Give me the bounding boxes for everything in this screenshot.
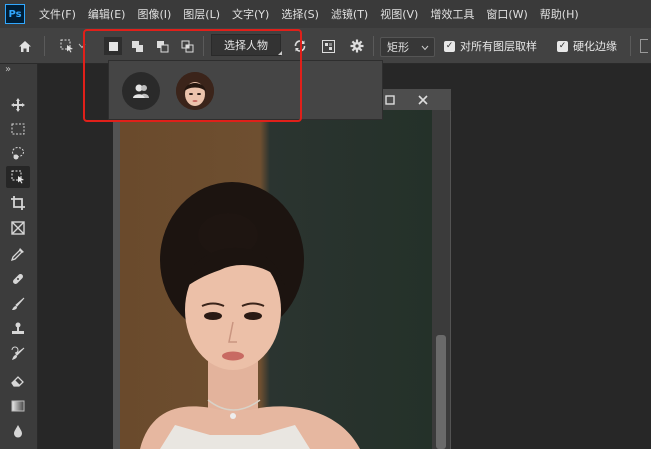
hard-edge-checkbox[interactable]: ✓ 硬化边缘 (557, 37, 617, 55)
person-thumbnail-option[interactable] (176, 72, 214, 110)
document-minimize-button[interactable] (382, 92, 398, 108)
tool-brush[interactable] (6, 293, 30, 315)
select-subject-label: 选择人物 (224, 39, 268, 52)
portrait-image (140, 182, 360, 449)
restore-icon (385, 95, 395, 105)
scrollbar-thumb[interactable] (436, 335, 446, 449)
new-selection-button[interactable] (104, 37, 122, 55)
subtract-selection-button[interactable] (153, 37, 171, 55)
photoshop-logo: Ps (5, 4, 25, 24)
quick-selection-icon (12, 147, 24, 160)
menu-select[interactable]: 选择(S) (275, 6, 325, 22)
history-brush-icon (11, 346, 25, 360)
menu-filter[interactable]: 滤镜(T) (325, 6, 374, 22)
tool-quick-selection[interactable] (6, 142, 30, 164)
tool-frame[interactable] (6, 217, 30, 239)
canvas-photo[interactable] (120, 110, 432, 449)
chevron-down-icon (421, 45, 429, 51)
tool-marquee[interactable] (6, 118, 30, 140)
tool-eyedropper[interactable] (6, 243, 30, 265)
eyedropper-icon (10, 248, 24, 262)
tool-blur[interactable] (6, 420, 30, 442)
checkmark-icon: ✓ (444, 40, 455, 52)
move-icon (11, 98, 25, 112)
home-icon (19, 40, 31, 52)
menu-type[interactable]: 文字(Y) (226, 6, 275, 22)
tool-crop[interactable] (6, 192, 30, 214)
new-selection-icon (108, 41, 118, 51)
tool-eraser[interactable] (6, 369, 30, 391)
refresh-button[interactable] (291, 37, 309, 55)
eraser-icon (11, 376, 24, 387)
checkmark-icon: ✓ (557, 40, 568, 52)
subtract-selection-icon (156, 40, 168, 52)
document-close-button[interactable] (415, 92, 431, 108)
marquee-icon (11, 123, 25, 135)
menu-help[interactable]: 帮助(H) (534, 6, 585, 22)
menu-layer[interactable]: 图层(L) (177, 6, 226, 22)
menu-view[interactable]: 视图(V) (374, 6, 424, 22)
gear-icon (350, 39, 364, 53)
select-subject-menu-icon[interactable] (277, 50, 282, 55)
intersect-selection-button[interactable] (178, 37, 196, 55)
frame-icon (11, 221, 25, 235)
tool-object-selection[interactable] (6, 166, 30, 188)
blur-drop-icon (14, 425, 22, 438)
menu-file[interactable]: 文件(F) (33, 6, 82, 22)
menu-image[interactable]: 图像(I) (131, 6, 177, 22)
add-selection-icon (131, 40, 143, 52)
tool-history-brush[interactable] (6, 343, 30, 365)
mode-select-value: 矩形 (387, 41, 409, 54)
bandage-icon (13, 274, 23, 284)
person-icon (133, 84, 149, 98)
generic-person-option[interactable] (122, 72, 160, 110)
brush-icon (12, 297, 25, 310)
object-selection-icon (11, 170, 24, 184)
tool-clone-stamp[interactable] (6, 318, 30, 340)
tool-preset-picker[interactable] (56, 35, 90, 57)
person-face-thumbnail (176, 72, 214, 110)
menu-bar: Ps 文件(F) 编辑(E) 图像(I) 图层(L) 文字(Y) 选择(S) 滤… (0, 0, 651, 28)
menu-window[interactable]: 窗口(W) (480, 6, 533, 22)
crop-icon (11, 196, 25, 210)
mask-icon (321, 39, 335, 53)
overflow-indicator (640, 39, 648, 53)
tool-move[interactable] (6, 94, 30, 116)
hard-edge-label: 硬化边缘 (573, 40, 617, 53)
close-icon (418, 95, 428, 105)
refresh-icon (294, 40, 306, 52)
add-to-selection-button[interactable] (128, 37, 146, 55)
home-button[interactable] (14, 36, 36, 56)
select-subject-button[interactable]: 选择人物 (211, 34, 281, 56)
menu-plugins[interactable]: 增效工具 (424, 6, 480, 22)
mode-select[interactable]: 矩形 (380, 37, 435, 57)
stamp-icon (12, 322, 24, 334)
intersect-selection-icon (181, 40, 193, 52)
expand-toolbar-icon[interactable]: » (5, 64, 11, 75)
tool-gradient[interactable] (6, 395, 30, 417)
gradient-icon (11, 400, 25, 412)
menu-edit[interactable]: 编辑(E) (82, 6, 132, 22)
select-and-mask-button[interactable] (319, 37, 337, 55)
object-selection-icon (60, 39, 73, 53)
sample-all-layers-label: 对所有图层取样 (460, 40, 537, 53)
settings-button[interactable] (348, 37, 366, 55)
tool-healing-brush[interactable] (6, 268, 30, 290)
sample-all-layers-checkbox[interactable]: ✓ 对所有图层取样 (444, 37, 537, 55)
chevron-down-icon (78, 43, 86, 49)
